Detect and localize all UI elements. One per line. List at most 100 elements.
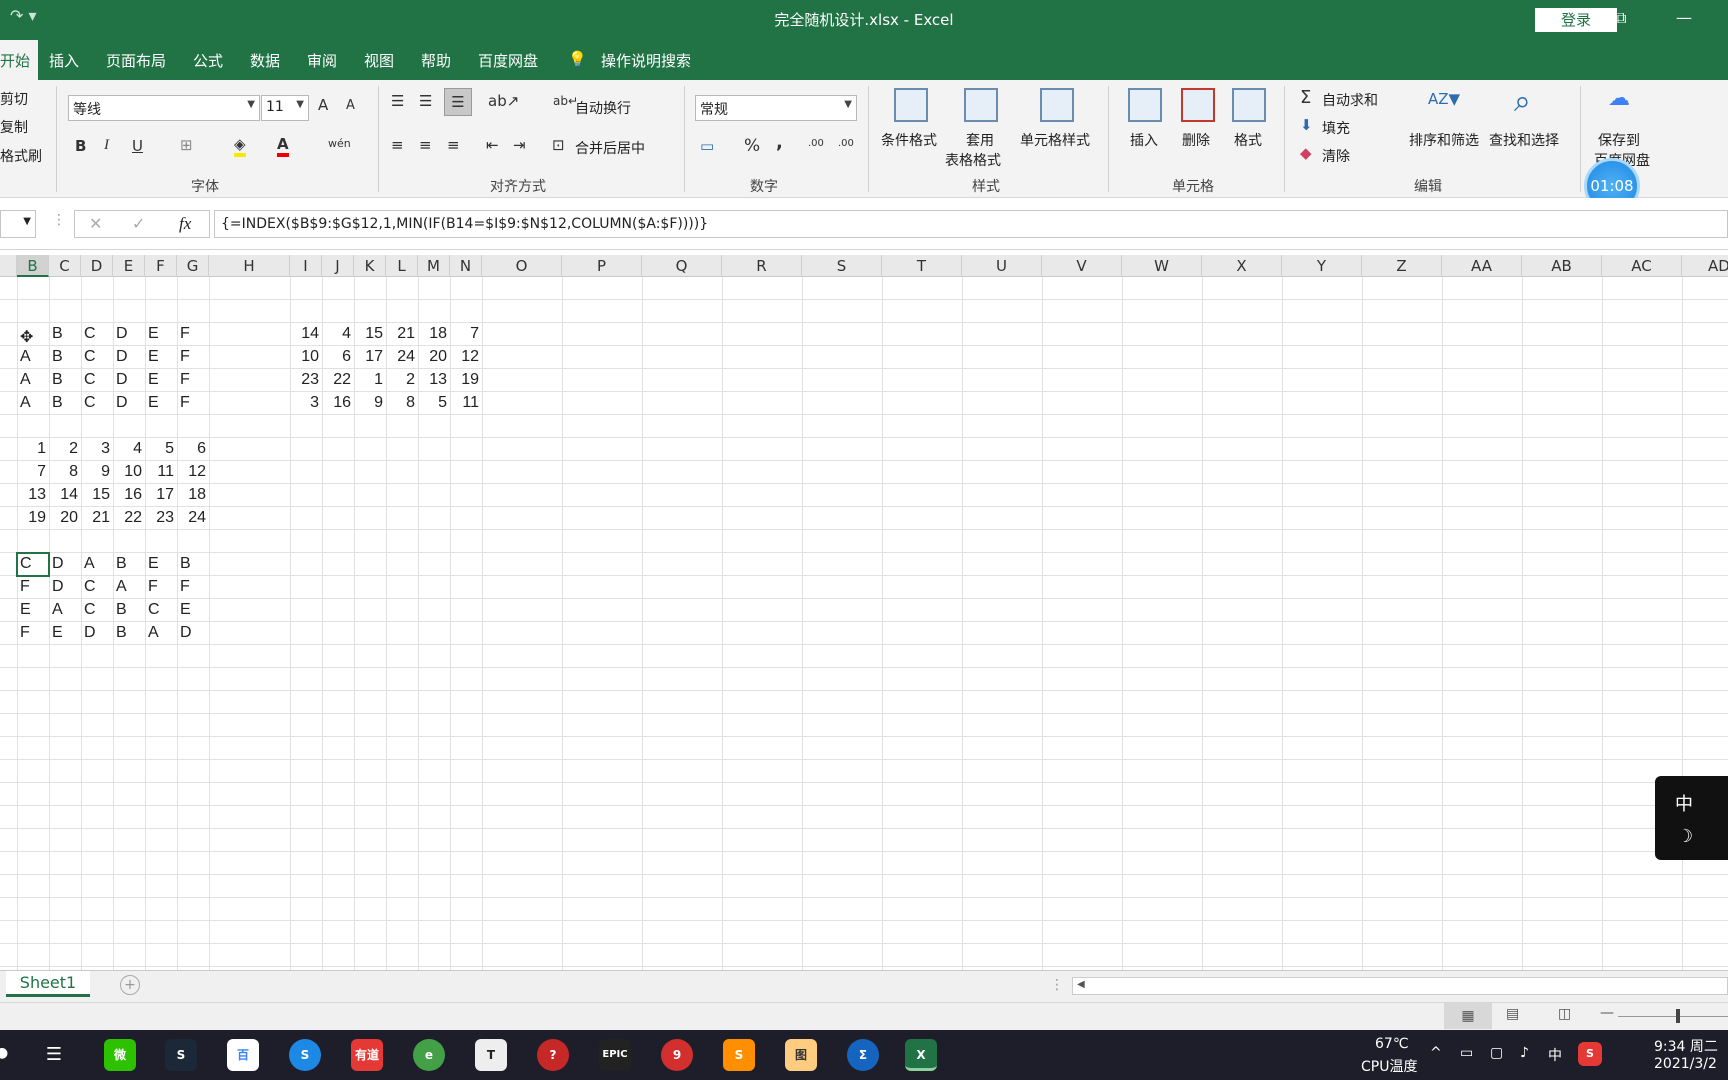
shrink-font-button[interactable]: A bbox=[346, 98, 355, 113]
cell[interactable]: 1 bbox=[354, 368, 386, 391]
page-break-view-icon[interactable]: ◫ bbox=[1558, 1006, 1571, 1022]
format-cells-button[interactable]: 格式 bbox=[1234, 130, 1262, 150]
column-header[interactable]: N bbox=[450, 255, 482, 277]
cell[interactable]: B bbox=[49, 391, 81, 414]
cell[interactable]: 17 bbox=[145, 483, 177, 506]
cell[interactable]: 10 bbox=[290, 345, 322, 368]
cell[interactable]: E bbox=[145, 552, 177, 575]
cell[interactable]: B bbox=[49, 368, 81, 391]
music-app-icon[interactable]: 9 bbox=[661, 1039, 693, 1071]
column-header[interactable]: Y bbox=[1282, 255, 1362, 277]
tab-data[interactable]: 数据 bbox=[250, 50, 280, 71]
cell[interactable]: 3 bbox=[290, 391, 322, 414]
cell[interactable]: C bbox=[81, 322, 113, 345]
comma-style-button[interactable]: , bbox=[776, 132, 783, 153]
column-header[interactable]: C bbox=[49, 255, 81, 277]
column-header[interactable]: F bbox=[145, 255, 177, 277]
anime-app-icon[interactable]: 图 bbox=[785, 1039, 817, 1071]
align-center-icon[interactable]: ≡ bbox=[419, 136, 432, 154]
align-bottom-icon[interactable]: ☰ bbox=[444, 88, 472, 116]
scroll-left-icon[interactable]: ◀ bbox=[1077, 979, 1085, 990]
network-icon[interactable]: ▢ bbox=[1490, 1045, 1503, 1061]
cell[interactable]: F bbox=[177, 391, 209, 414]
autosum-button[interactable]: 自动求和 bbox=[1322, 90, 1378, 110]
name-box[interactable]: ▼ bbox=[0, 210, 36, 238]
cell[interactable]: D bbox=[177, 621, 209, 644]
baidu-netdisk-icon[interactable]: 百 bbox=[227, 1039, 259, 1071]
conditional-format-button[interactable]: 条件格式 bbox=[881, 130, 937, 150]
cell[interactable]: B bbox=[113, 621, 145, 644]
tab-review[interactable]: 审阅 bbox=[307, 50, 337, 71]
login-button[interactable]: 登录 bbox=[1535, 8, 1617, 32]
page-layout-view-icon[interactable]: ▤ bbox=[1506, 1006, 1519, 1022]
cell[interactable]: 21 bbox=[81, 506, 113, 529]
normal-view-icon[interactable]: ▦ bbox=[1444, 1003, 1492, 1029]
merge-center-button[interactable]: 合并后居中 bbox=[575, 138, 645, 158]
cell[interactable]: D bbox=[113, 345, 145, 368]
drag-handle-icon[interactable]: ⋮ bbox=[52, 212, 66, 228]
cell[interactable]: 19 bbox=[17, 506, 49, 529]
worksheet-grid[interactable]: ✥ BCDEFABCDEFABCDEFABCDEF 14 4 15 21 18 7 10 6 1… bbox=[0, 277, 1728, 970]
cell[interactable]: B bbox=[113, 552, 145, 575]
active-cell[interactable] bbox=[16, 552, 50, 577]
format-painter-button[interactable]: 格式刷 bbox=[0, 146, 42, 166]
number-format-combo[interactable]: 常规 ▼ bbox=[695, 95, 857, 121]
copy-button[interactable]: 复制 bbox=[0, 117, 28, 137]
tab-help[interactable]: 帮助 bbox=[421, 50, 451, 71]
cell[interactable]: 4 bbox=[113, 437, 145, 460]
cell[interactable]: 2 bbox=[386, 368, 418, 391]
help-app-icon[interactable]: ? bbox=[537, 1039, 569, 1071]
cell[interactable]: 4 bbox=[322, 322, 354, 345]
zoom-slider-thumb[interactable] bbox=[1676, 1009, 1680, 1023]
cell[interactable]: 22 bbox=[322, 368, 354, 391]
typora-icon[interactable]: T bbox=[475, 1039, 507, 1071]
delete-cells-button[interactable]: 删除 bbox=[1182, 130, 1210, 150]
font-name-combo[interactable]: 等线 ▼ bbox=[68, 95, 260, 121]
cell[interactable]: F bbox=[17, 621, 49, 644]
tray-expand-icon[interactable]: ^ bbox=[1430, 1045, 1442, 1061]
cell[interactable]: D bbox=[113, 368, 145, 391]
cell[interactable]: B bbox=[49, 322, 81, 345]
cell[interactable]: 19 bbox=[450, 368, 482, 391]
cell[interactable]: E bbox=[49, 621, 81, 644]
fill-button[interactable]: 填充 bbox=[1322, 118, 1350, 138]
column-header[interactable]: J bbox=[322, 255, 354, 277]
youdao-icon[interactable]: 有道 bbox=[351, 1039, 383, 1071]
align-middle-icon[interactable]: ☰ bbox=[419, 92, 432, 110]
cell[interactable]: F bbox=[177, 368, 209, 391]
confirm-icon[interactable]: ✓ bbox=[132, 214, 145, 233]
cell[interactable]: 13 bbox=[418, 368, 450, 391]
cell[interactable]: D bbox=[49, 552, 81, 575]
column-header[interactable]: M bbox=[418, 255, 450, 277]
sogou-browser-icon[interactable]: S bbox=[289, 1039, 321, 1071]
ime-mode[interactable]: 中 bbox=[1675, 790, 1693, 816]
cell[interactable]: A bbox=[17, 368, 49, 391]
cell[interactable]: 8 bbox=[49, 460, 81, 483]
cell[interactable]: 16 bbox=[113, 483, 145, 506]
tab-baidu-netdisk[interactable]: 百度网盘 bbox=[478, 50, 538, 71]
cell[interactable]: 14 bbox=[49, 483, 81, 506]
accounting-format-icon[interactable]: ▭ bbox=[700, 137, 714, 155]
cell[interactable]: 23 bbox=[290, 368, 322, 391]
font-color-icon[interactable]: A bbox=[277, 135, 289, 157]
cell[interactable]: 5 bbox=[418, 391, 450, 414]
column-header[interactable]: D bbox=[81, 255, 113, 277]
cell[interactable]: 24 bbox=[386, 345, 418, 368]
zoom-out-icon[interactable]: — bbox=[1600, 1005, 1614, 1021]
cell[interactable]: 10 bbox=[113, 460, 145, 483]
column-header[interactable]: O bbox=[482, 255, 562, 277]
tell-me-search[interactable]: 操作说明搜索 bbox=[601, 50, 691, 71]
cell[interactable]: C bbox=[81, 345, 113, 368]
tab-formulas[interactable]: 公式 bbox=[193, 50, 223, 71]
cell[interactable] bbox=[17, 322, 49, 345]
ie-browser-icon[interactable]: e bbox=[413, 1039, 445, 1071]
percent-style-button[interactable]: % bbox=[744, 136, 760, 156]
save-to-line1[interactable]: 保存到 bbox=[1598, 130, 1640, 150]
cell-styles-button[interactable]: 单元格样式 bbox=[1020, 130, 1090, 150]
column-header[interactable]: E bbox=[113, 255, 145, 277]
cell[interactable]: 20 bbox=[49, 506, 81, 529]
align-left-icon[interactable]: ≡ bbox=[391, 136, 404, 154]
cell[interactable]: 17 bbox=[354, 345, 386, 368]
cell[interactable]: A bbox=[145, 621, 177, 644]
cell[interactable]: 23 bbox=[145, 506, 177, 529]
